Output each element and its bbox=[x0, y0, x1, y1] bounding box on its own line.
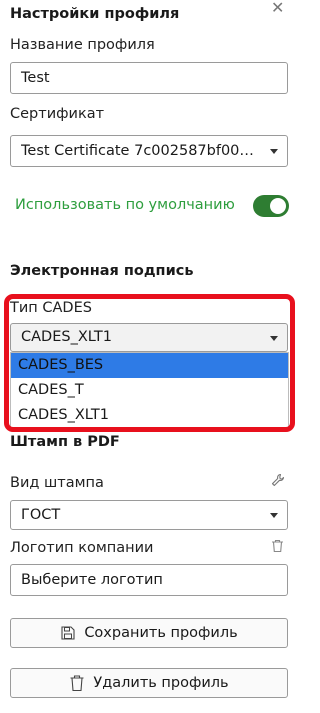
save-icon bbox=[61, 626, 75, 640]
default-toggle-label: Использовать по умолчанию bbox=[15, 197, 235, 213]
delete-button-label: Удалить профиль bbox=[93, 675, 229, 691]
page-title: Настройки профиля bbox=[10, 6, 180, 22]
profile-name-label: Название профиля bbox=[10, 37, 155, 53]
certificate-value: Test Certificate 7c002587bf00ca... bbox=[21, 143, 257, 159]
highlight-box bbox=[4, 294, 295, 432]
default-toggle[interactable] bbox=[253, 195, 289, 217]
toggle-knob bbox=[270, 198, 286, 214]
stamp-type-value: ГОСТ bbox=[21, 507, 61, 523]
save-button-label: Сохранить профиль bbox=[84, 625, 238, 641]
certificate-select[interactable]: Test Certificate 7c002587bf00ca... bbox=[10, 135, 288, 167]
wrench-icon[interactable] bbox=[271, 472, 285, 487]
trash-icon bbox=[70, 675, 84, 692]
logo-label: Логотип компании bbox=[10, 540, 154, 556]
chevron-down-icon bbox=[270, 513, 278, 518]
certificate-label: Сертификат bbox=[10, 106, 105, 122]
chevron-down-icon bbox=[270, 149, 278, 154]
profile-name-input[interactable]: Test bbox=[10, 62, 288, 94]
stamp-type-select[interactable]: ГОСТ bbox=[10, 500, 288, 530]
trash-icon[interactable] bbox=[271, 538, 284, 553]
stamp-type-label: Вид штампа bbox=[10, 475, 104, 491]
stamp-heading: Штамп в PDF bbox=[10, 434, 120, 450]
signature-heading: Электронная подпись bbox=[10, 263, 194, 279]
close-icon[interactable]: ✕ bbox=[271, 0, 284, 17]
delete-profile-button[interactable]: Удалить профиль bbox=[10, 668, 288, 698]
save-profile-button[interactable]: Сохранить профиль bbox=[10, 618, 288, 648]
logo-input[interactable]: Выберите логотип bbox=[10, 564, 288, 596]
